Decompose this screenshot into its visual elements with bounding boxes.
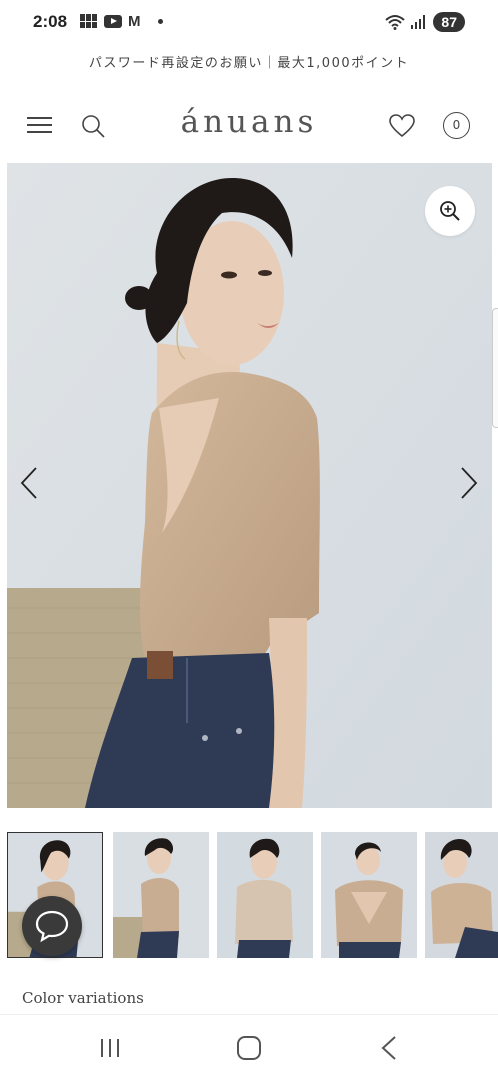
thumbnail-5[interactable] — [425, 832, 498, 958]
battery-level: 87 — [433, 12, 465, 32]
heart-icon[interactable] — [388, 113, 416, 139]
notification-icons: M — [80, 12, 163, 30]
site-header: ánuans — [0, 100, 498, 150]
zoom-button[interactable] — [425, 186, 475, 236]
signal-icon — [411, 15, 427, 29]
thumbnail-2[interactable] — [113, 832, 209, 958]
brand-logo[interactable]: ánuans — [0, 104, 498, 140]
gmail-icon: M — [128, 12, 141, 30]
color-variations-heading: Color variations — [22, 989, 144, 1007]
status-bar: 2:08 M 87 — [0, 0, 498, 46]
side-drawer-handle[interactable] — [492, 308, 498, 428]
chat-bubble-icon — [35, 910, 69, 943]
dot-icon — [158, 18, 163, 24]
status-time: 2:08 — [33, 12, 68, 31]
home-icon[interactable] — [237, 1036, 261, 1060]
recent-apps-icon[interactable] — [98, 1037, 122, 1059]
product-photo — [7, 163, 492, 808]
zoom-in-icon — [440, 201, 460, 221]
thumbnail-3[interactable] — [217, 832, 313, 958]
wifi-icon — [385, 15, 406, 30]
youtube-icon — [104, 14, 122, 28]
thumbnail-strip — [7, 832, 498, 958]
back-icon[interactable] — [378, 1035, 400, 1061]
product-image-main[interactable] — [7, 163, 492, 808]
prev-image-arrow[interactable] — [16, 465, 42, 501]
status-right: 87 — [385, 12, 465, 32]
next-image-arrow[interactable] — [456, 465, 482, 501]
cart-button[interactable]: 0 — [443, 112, 470, 139]
grid-app-icon — [80, 14, 98, 28]
thumbnail-4[interactable] — [321, 832, 417, 958]
chat-button[interactable] — [22, 896, 82, 956]
announcement-banner[interactable]: パスワード再設定のお願い｜最大1,000ポイント — [0, 52, 498, 71]
system-nav-bar — [0, 1014, 498, 1080]
